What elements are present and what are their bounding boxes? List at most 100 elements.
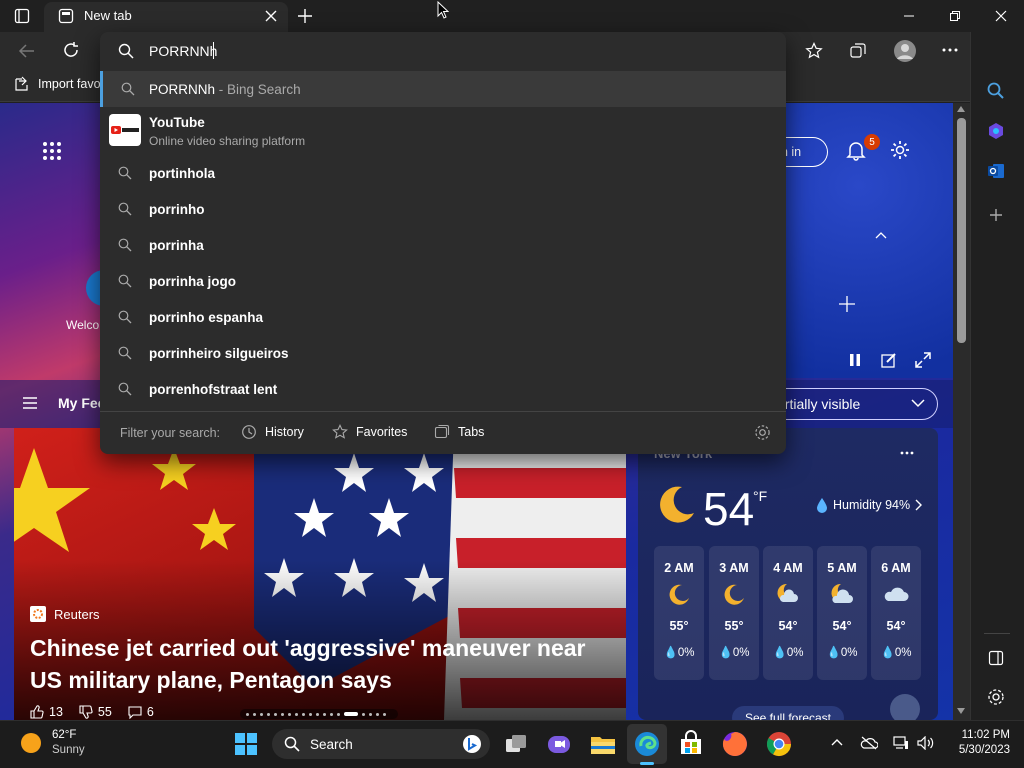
news-reactions: 13 55 6: [30, 705, 154, 719]
news-headline[interactable]: Chinese jet carried out 'aggressive' man…: [30, 632, 620, 696]
youtube-title: YouTube: [149, 115, 205, 130]
taskbar-weather-temp: 62°F: [52, 729, 77, 741]
feed-menu-icon[interactable]: [23, 397, 37, 409]
favorites-star-icon[interactable]: [805, 42, 823, 60]
chevron-right-icon[interactable]: [914, 499, 922, 511]
search-settings-icon[interactable]: [754, 424, 771, 441]
address-bar-input[interactable]: [149, 41, 649, 61]
my-feed-tab[interactable]: My Fee: [58, 395, 105, 411]
tab-actions-icon[interactable]: [14, 8, 30, 24]
tab-new-tab[interactable]: [44, 2, 288, 32]
humidity-label: Humidity 94%: [833, 498, 911, 512]
cloud-icon: [884, 587, 909, 601]
star-icon: [332, 424, 348, 439]
welcome-label: Welco: [66, 318, 100, 332]
search-icon: [284, 736, 300, 752]
clock[interactable]: 11:02 PM 5/30/2023: [948, 728, 1010, 758]
search-icon: [118, 202, 132, 216]
teams-chat-icon[interactable]: [545, 730, 573, 758]
hide-sidebar-icon[interactable]: [988, 650, 1004, 666]
microsoft-store-icon[interactable]: [677, 730, 705, 758]
comments-button[interactable]: 6: [128, 705, 154, 719]
expand-background-icon[interactable]: [915, 352, 931, 368]
layout-select[interactable]: artially visible: [768, 388, 938, 420]
clock-date: 5/30/2023: [958, 744, 1010, 756]
filter-history-button[interactable]: History: [241, 424, 304, 440]
back-button[interactable]: [18, 42, 36, 60]
profile-avatar[interactable]: [893, 39, 917, 63]
new-tab-button[interactable]: [297, 8, 313, 24]
task-view-icon[interactable]: [502, 730, 530, 758]
suggestion-suffix: - Bing Search: [218, 81, 301, 97]
taskbar-search-box[interactable]: Search: [272, 729, 490, 759]
edge-icon[interactable]: [633, 730, 661, 758]
sidebar-add-icon[interactable]: [988, 207, 1004, 223]
hour-time: 3 AM: [719, 561, 749, 575]
chevron-down-icon: [911, 398, 925, 408]
dislike-button[interactable]: 55: [79, 705, 112, 719]
add-tile-icon[interactable]: [838, 295, 856, 313]
new-tab-favicon-icon: [58, 8, 74, 24]
suggestion-item[interactable]: porrenhofstraat lent: [100, 371, 786, 407]
restore-button[interactable]: [932, 0, 978, 32]
show-hidden-icons-chevron-icon[interactable]: [831, 738, 843, 746]
hour-precip: 0%: [840, 647, 858, 659]
search-icon: [118, 346, 132, 360]
hour-precip: 0%: [786, 647, 804, 659]
file-explorer-icon[interactable]: [589, 730, 617, 758]
suggestion-bing-search[interactable]: PORRNNh - Bing Search: [100, 71, 786, 107]
search-icon: [121, 82, 135, 96]
reuters-logo-icon: [30, 606, 46, 622]
suggestion-item[interactable]: porrinha: [100, 227, 786, 263]
weather-unit[interactable]: °F: [753, 488, 767, 504]
taskbar-search-label: Search: [310, 736, 353, 752]
scroll-up-arrow-icon[interactable]: [957, 106, 965, 112]
weather-widget[interactable]: 62°F Sunny: [20, 728, 85, 758]
chrome-icon[interactable]: [765, 730, 793, 758]
filter-tabs-button[interactable]: Tabs: [434, 424, 484, 440]
import-favorites-link[interactable]: Import favo: [14, 76, 101, 92]
text-caret: [213, 42, 214, 59]
volume-icon[interactable]: [917, 736, 935, 750]
scroll-down-arrow-icon[interactable]: [957, 708, 965, 714]
moon-cloud-icon: [831, 583, 853, 603]
suggestion-item[interactable]: portinhola: [100, 155, 786, 191]
collapse-chevron-icon[interactable]: [874, 230, 888, 240]
network-icon[interactable]: [893, 736, 909, 750]
minimize-button[interactable]: [886, 0, 932, 32]
like-button[interactable]: 13: [30, 705, 63, 719]
sidebar-outlook-icon[interactable]: [987, 162, 1005, 180]
thumbs-up-icon: [30, 705, 44, 719]
search-icon: [118, 382, 132, 396]
app-launcher-icon[interactable]: [42, 141, 62, 161]
pause-background-icon[interactable]: [848, 353, 862, 367]
suggestion-item[interactable]: porrinho espanha: [100, 299, 786, 335]
page-settings-icon[interactable]: [889, 139, 911, 161]
suggestion-text: porrinho: [149, 201, 205, 217]
moon-cloud-icon: [777, 583, 798, 602]
carousel-pager[interactable]: [240, 709, 398, 719]
close-tab-icon[interactable]: [265, 10, 277, 22]
close-window-button[interactable]: [978, 0, 1024, 32]
edit-background-icon[interactable]: [881, 352, 897, 368]
onedrive-icon[interactable]: [860, 736, 878, 750]
comment-count: 6: [146, 705, 154, 719]
search-icon: [118, 274, 132, 288]
news-source: Reuters: [30, 606, 100, 622]
suggestion-item[interactable]: porrinho: [100, 191, 786, 227]
refresh-button[interactable]: [62, 41, 80, 59]
hour-precip: 0%: [677, 647, 695, 659]
sidebar-settings-icon[interactable]: [987, 688, 1005, 706]
filter-favorites-button[interactable]: Favorites: [332, 424, 407, 440]
collections-icon[interactable]: [849, 42, 867, 60]
weather-more-icon[interactable]: [900, 451, 914, 455]
more-menu-icon[interactable]: [941, 47, 959, 53]
suggestion-item[interactable]: porrinheiro silgueiros: [100, 335, 786, 371]
firefox-icon[interactable]: [721, 730, 749, 758]
suggestion-item[interactable]: porrinha jogo: [100, 263, 786, 299]
sidebar-search-icon[interactable]: [987, 82, 1005, 100]
scrollbar-thumb[interactable]: [957, 118, 966, 343]
mouse-cursor-icon: [437, 1, 449, 20]
sidebar-copilot-icon[interactable]: [987, 122, 1005, 140]
start-button[interactable]: [232, 730, 260, 758]
